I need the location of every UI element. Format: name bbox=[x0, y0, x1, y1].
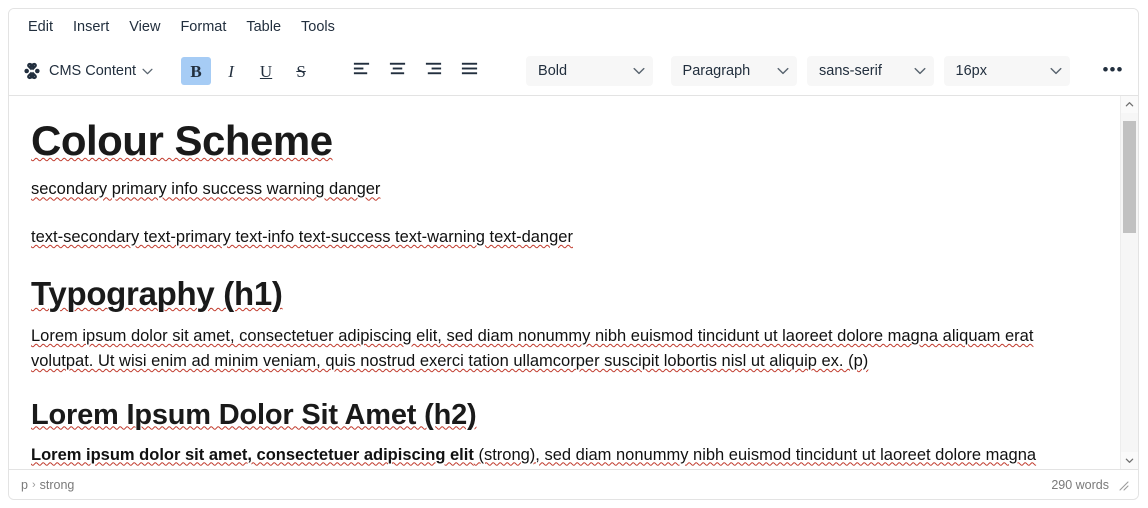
editor-window: Edit Insert View Format Table Tools CMS … bbox=[8, 8, 1139, 500]
block-format-value: Paragraph bbox=[682, 63, 751, 79]
align-justify-button[interactable] bbox=[454, 57, 484, 85]
style-select[interactable]: Bold bbox=[526, 56, 653, 86]
chevron-down-icon bbox=[633, 65, 645, 77]
more-options-button[interactable]: ••• bbox=[1098, 57, 1128, 85]
chevron-down-icon bbox=[777, 65, 789, 77]
font-family-value: sans-serif bbox=[819, 63, 882, 79]
underline-button[interactable]: U bbox=[251, 57, 281, 85]
strikethrough-button[interactable]: S bbox=[286, 57, 316, 85]
menu-item-insert[interactable]: Insert bbox=[64, 15, 118, 40]
chevron-down-icon bbox=[1050, 65, 1062, 77]
vertical-scrollbar[interactable] bbox=[1120, 96, 1138, 469]
scrollbar-track[interactable] bbox=[1121, 113, 1138, 452]
cms-content-button[interactable]: CMS Content bbox=[19, 56, 159, 86]
paragraph-two: Lorem ipsum dolor sit amet, consectetuer… bbox=[31, 443, 1094, 469]
italic-button[interactable]: I bbox=[216, 57, 246, 85]
font-size-value: 16px bbox=[955, 63, 987, 79]
heading-typography-text: Typography (h1) bbox=[31, 274, 283, 312]
breadcrumb-item-strong[interactable]: strong bbox=[40, 478, 75, 492]
text-colour-text: text-secondary text-primary text-info te… bbox=[31, 228, 573, 247]
heading-typography: Typography (h1) bbox=[31, 274, 1094, 312]
tinymce-editor-screenshot: Edit Insert View Format Table Tools CMS … bbox=[0, 0, 1148, 508]
block-format-select[interactable]: Paragraph bbox=[670, 56, 798, 86]
scroll-down-button[interactable] bbox=[1121, 452, 1138, 469]
word-count-label[interactable]: 290 words bbox=[1051, 478, 1109, 492]
chevron-down-icon bbox=[913, 65, 926, 77]
align-right-button[interactable] bbox=[418, 57, 448, 85]
menubar: Edit Insert View Format Table Tools bbox=[9, 9, 1138, 47]
cms-content-label: CMS Content bbox=[49, 63, 137, 79]
statusbar-right: 290 words bbox=[1051, 478, 1130, 492]
resize-grip-icon[interactable] bbox=[1118, 479, 1130, 491]
joomla-logo-icon bbox=[21, 60, 43, 82]
statusbar: p › strong 290 words bbox=[9, 469, 1138, 499]
heading-colour-scheme-text: Colour Scheme bbox=[31, 117, 333, 164]
scrollbar-thumb[interactable] bbox=[1123, 121, 1136, 233]
colour-swatch-text: secondary primary info success warning d… bbox=[31, 180, 381, 199]
content-area: Colour Scheme secondary primary info suc… bbox=[9, 96, 1138, 469]
colour-swatch-line: secondary primary info success warning d… bbox=[31, 177, 1094, 202]
align-center-icon bbox=[388, 59, 407, 83]
font-family-select[interactable]: sans-serif bbox=[807, 56, 934, 86]
font-size-select[interactable]: 16px bbox=[943, 56, 1070, 86]
paragraph-two-strong: Lorem ipsum dolor sit amet, consectetuer… bbox=[31, 445, 474, 464]
breadcrumb-separator: › bbox=[31, 478, 36, 491]
alignment-group bbox=[346, 57, 484, 85]
chevron-down-icon bbox=[142, 66, 153, 77]
overflow-dots-icon: ••• bbox=[1102, 59, 1124, 79]
toolbar: CMS Content B I U S Bold Paragraph sans-… bbox=[9, 47, 1138, 96]
bold-button[interactable]: B bbox=[181, 57, 212, 85]
menu-item-tools[interactable]: Tools bbox=[292, 15, 344, 40]
align-justify-icon bbox=[460, 59, 479, 83]
heading-colour-scheme: Colour Scheme bbox=[31, 118, 1094, 163]
breadcrumb-item-p[interactable]: p bbox=[21, 478, 28, 492]
scroll-up-button[interactable] bbox=[1121, 96, 1138, 113]
align-right-icon bbox=[424, 59, 443, 83]
editor-body[interactable]: Colour Scheme secondary primary info suc… bbox=[9, 96, 1120, 469]
text-format-group: B I U S bbox=[181, 57, 316, 85]
paragraph-one-text: Lorem ipsum dolor sit amet, consectetuer… bbox=[31, 327, 1034, 370]
align-left-button[interactable] bbox=[346, 57, 376, 85]
element-path-breadcrumb: p › strong bbox=[21, 478, 74, 492]
paragraph-one: Lorem ipsum dolor sit amet, consectetuer… bbox=[31, 324, 1094, 374]
heading-lorem-ipsum-text: Lorem Ipsum Dolor Sit Amet (h2) bbox=[31, 398, 477, 431]
align-left-icon bbox=[352, 59, 371, 83]
menu-item-view[interactable]: View bbox=[120, 15, 169, 40]
menu-item-format[interactable]: Format bbox=[171, 15, 235, 40]
menu-item-edit[interactable]: Edit bbox=[19, 15, 62, 40]
text-colour-line: text-secondary text-primary text-info te… bbox=[31, 225, 1094, 250]
style-select-value: Bold bbox=[538, 63, 568, 79]
align-center-button[interactable] bbox=[382, 57, 412, 85]
menu-item-table[interactable]: Table bbox=[237, 15, 290, 40]
heading-lorem-ipsum: Lorem Ipsum Dolor Sit Amet (h2) bbox=[31, 398, 1094, 432]
